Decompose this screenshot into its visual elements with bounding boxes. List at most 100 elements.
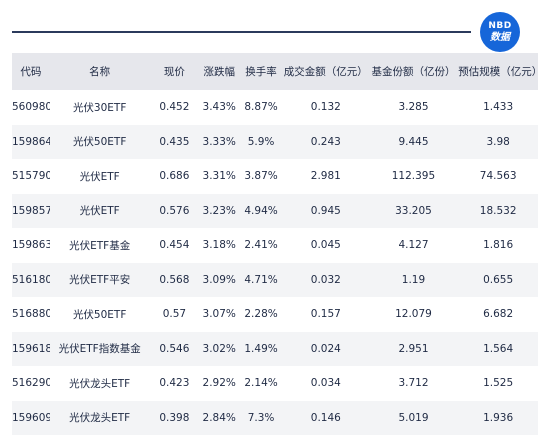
cell-volume: 0.032	[283, 274, 369, 286]
cell-price: 0.686	[149, 170, 199, 182]
cell-turnover: 2.14%	[239, 377, 283, 389]
cell-volume: 0.945	[283, 205, 369, 217]
logo-data-text: 数据	[490, 33, 510, 43]
cell-est-size: 1.936	[458, 412, 538, 424]
table-row: 159863光伏ETF基金0.4543.18%2.41%0.0454.1271.…	[12, 228, 538, 263]
cell-change: 3.07%	[199, 308, 239, 320]
cell-price: 0.435	[149, 136, 199, 148]
cell-turnover: 8.87%	[239, 101, 283, 113]
cell-code: 560980	[12, 101, 50, 113]
cell-volume: 0.157	[283, 308, 369, 320]
cell-name: 光伏ETF指数基金	[50, 341, 150, 356]
cell-price: 0.568	[149, 274, 199, 286]
cell-est-size: 74.563	[458, 170, 538, 182]
table-row: 159618光伏ETF指数基金0.5463.02%1.49%0.0242.951…	[12, 332, 538, 367]
cell-name: 光伏龙头ETF	[50, 410, 150, 425]
cell-name: 光伏50ETF	[50, 307, 150, 322]
cell-code: 159863	[12, 239, 50, 251]
cell-fund-shares: 3.712	[369, 377, 459, 389]
table-row: 159609光伏龙头ETF0.3982.84%7.3%0.1465.0191.9…	[12, 401, 538, 435]
header-name: 名称	[50, 64, 150, 79]
cell-fund-shares: 12.079	[369, 308, 459, 320]
cell-code: 516290	[12, 377, 50, 389]
cell-volume: 0.146	[283, 412, 369, 424]
cell-fund-shares: 3.285	[369, 101, 459, 113]
cell-change: 3.33%	[199, 136, 239, 148]
cell-fund-shares: 1.19	[369, 274, 459, 286]
cell-volume: 0.024	[283, 343, 369, 355]
cell-fund-shares: 33.205	[369, 205, 459, 217]
top-divider-line	[12, 31, 471, 33]
cell-price: 0.546	[149, 343, 199, 355]
cell-turnover: 2.28%	[239, 308, 283, 320]
cell-est-size: 1.525	[458, 377, 538, 389]
cell-est-size: 1.433	[458, 101, 538, 113]
cell-est-size: 0.655	[458, 274, 538, 286]
header-price: 现价	[149, 64, 199, 79]
cell-volume: 0.132	[283, 101, 369, 113]
cell-est-size: 1.564	[458, 343, 538, 355]
cell-fund-shares: 5.019	[369, 412, 459, 424]
cell-price: 0.576	[149, 205, 199, 217]
cell-fund-shares: 4.127	[369, 239, 459, 251]
cell-name: 光伏ETF	[50, 203, 150, 218]
cell-volume: 0.045	[283, 239, 369, 251]
header-change: 涨跌幅	[199, 64, 239, 79]
cell-fund-shares: 112.395	[369, 170, 459, 182]
cell-turnover: 4.71%	[239, 274, 283, 286]
cell-change: 3.31%	[199, 170, 239, 182]
table-row: 560980光伏30ETF0.4523.43%8.87%0.1323.2851.…	[12, 90, 538, 125]
table-row: 516180光伏ETF平安0.5683.09%4.71%0.0321.190.6…	[12, 263, 538, 298]
cell-est-size: 18.532	[458, 205, 538, 217]
cell-change: 2.92%	[199, 377, 239, 389]
cell-change: 2.84%	[199, 412, 239, 424]
etf-table: 代码 名称 现价 涨跌幅 换手率 成交金额（亿元） 基金份额（亿份） 预估规模（…	[12, 53, 538, 435]
cell-volume: 0.243	[283, 136, 369, 148]
cell-fund-shares: 9.445	[369, 136, 459, 148]
cell-turnover: 7.3%	[239, 412, 283, 424]
cell-change: 3.43%	[199, 101, 239, 113]
cell-fund-shares: 2.951	[369, 343, 459, 355]
cell-est-size: 6.682	[458, 308, 538, 320]
logo-nbd-text: NBD	[488, 22, 511, 31]
table-row: 159864光伏50ETF0.4353.33%5.9%0.2439.4453.9…	[12, 125, 538, 160]
cell-code: 159864	[12, 136, 50, 148]
table-row: 159857光伏ETF0.5763.23%4.94%0.94533.20518.…	[12, 194, 538, 229]
cell-volume: 2.981	[283, 170, 369, 182]
cell-price: 0.452	[149, 101, 199, 113]
cell-change: 3.09%	[199, 274, 239, 286]
header-fund-shares: 基金份额（亿份）	[369, 64, 459, 79]
table-row: 516290光伏龙头ETF0.4232.92%2.14%0.0343.7121.…	[12, 366, 538, 401]
cell-name: 光伏30ETF	[50, 100, 150, 115]
cell-name: 光伏50ETF	[50, 134, 150, 149]
header-est-size: 预估规模（亿元）	[458, 64, 538, 79]
header-volume: 成交金额（亿元）	[283, 64, 369, 79]
cell-volume: 0.034	[283, 377, 369, 389]
cell-name: 光伏ETF平安	[50, 272, 150, 287]
cell-name: 光伏ETF基金	[50, 238, 150, 253]
header-code: 代码	[12, 64, 50, 79]
cell-name: 光伏龙头ETF	[50, 376, 150, 391]
cell-code: 159857	[12, 205, 50, 217]
cell-price: 0.398	[149, 412, 199, 424]
cell-price: 0.423	[149, 377, 199, 389]
cell-turnover: 4.94%	[239, 205, 283, 217]
cell-turnover: 1.49%	[239, 343, 283, 355]
cell-turnover: 3.87%	[239, 170, 283, 182]
cell-change: 3.02%	[199, 343, 239, 355]
nbd-data-logo: NBD 数据	[480, 12, 520, 52]
cell-code: 159609	[12, 412, 50, 424]
cell-code: 515790	[12, 170, 50, 182]
cell-name: 光伏ETF	[50, 169, 150, 184]
cell-code: 159618	[12, 343, 50, 355]
table-header-row: 代码 名称 现价 涨跌幅 换手率 成交金额（亿元） 基金份额（亿份） 预估规模（…	[12, 53, 538, 90]
table-row: 515790光伏ETF0.6863.31%3.87%2.981112.39574…	[12, 159, 538, 194]
cell-change: 3.23%	[199, 205, 239, 217]
table-row: 516880光伏50ETF0.573.07%2.28%0.15712.0796.…	[12, 297, 538, 332]
cell-price: 0.57	[149, 308, 199, 320]
cell-est-size: 3.98	[458, 136, 538, 148]
cell-turnover: 2.41%	[239, 239, 283, 251]
cell-turnover: 5.9%	[239, 136, 283, 148]
cell-code: 516180	[12, 274, 50, 286]
cell-est-size: 1.816	[458, 239, 538, 251]
